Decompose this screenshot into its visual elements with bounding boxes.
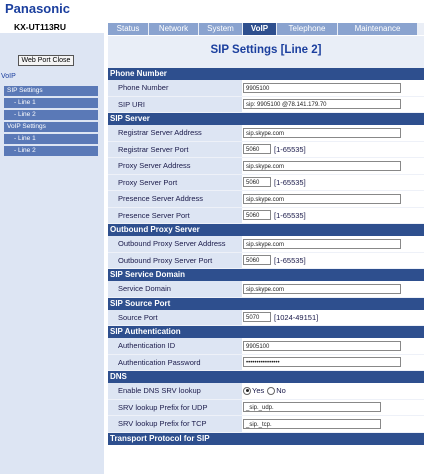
presence-address-label: Presence Server Address: [108, 191, 242, 207]
row-udp-prefix: SRV lookup Prefix for UDP _sip._udp.: [108, 399, 424, 416]
tab-system[interactable]: System: [199, 23, 242, 35]
proxy-address-label: Proxy Server Address: [108, 158, 242, 174]
source-port-label: Source Port: [108, 309, 242, 325]
row-presence-address: Presence Server Address sip.skype.com: [108, 191, 424, 208]
row-phone-number: Phone Number 9905100: [108, 80, 424, 97]
top-tabs: Status Network System VoIP Telephone Mai…: [108, 23, 424, 35]
presence-port-range: [1-65535]: [274, 210, 306, 220]
row-registrar-address: Registrar Server Address sip.skype.com: [108, 125, 424, 142]
row-registrar-port: Registrar Server Port 5060 [1-65535]: [108, 141, 424, 158]
section-outbound-proxy: Outbound Proxy Server: [108, 224, 424, 236]
proxy-port-input[interactable]: 5060: [243, 177, 271, 188]
section-authentication: SIP Authentication: [108, 326, 424, 338]
dns-srv-yes-label: Yes: [252, 386, 265, 396]
section-transport: Transport Protocol for SIP: [108, 432, 424, 445]
tab-maintenance[interactable]: Maintenance: [338, 23, 417, 35]
service-domain-input[interactable]: sip.skype.com: [243, 283, 401, 294]
sip-uri-label: SIP URI: [108, 96, 242, 112]
section-sip-server: SIP Server: [108, 113, 424, 125]
section-phone-number: Phone Number: [108, 68, 424, 80]
outbound-port-input[interactable]: 5060: [243, 255, 271, 266]
page-title: SIP Settings [Line 2]: [108, 36, 424, 68]
brand-logo: Panasonic: [5, 1, 71, 16]
dns-srv-yes-radio[interactable]: [243, 386, 251, 395]
sip-uri-input[interactable]: sip: 9905100 @78.141.179.70: [243, 99, 401, 110]
web-port-close-button[interactable]: Web Port Close: [18, 55, 74, 66]
presence-address-input[interactable]: sip.skype.com: [243, 193, 401, 204]
auth-id-input[interactable]: 9905100: [243, 340, 401, 351]
settings-form: Phone Number Phone Number 9905100 SIP UR…: [108, 68, 424, 445]
tab-network[interactable]: Network: [149, 23, 198, 35]
row-outbound-port: Outbound Proxy Server Port 5060 [1-65535]: [108, 252, 424, 269]
registrar-address-label: Registrar Server Address: [108, 125, 242, 141]
sidebar-item-sip-settings[interactable]: SIP Settings: [4, 86, 98, 96]
tab-status[interactable]: Status: [108, 23, 148, 35]
row-tcp-prefix: SRV lookup Prefix for TCP _sip._tcp.: [108, 416, 424, 433]
proxy-address-input[interactable]: sip.skype.com: [243, 160, 401, 171]
outbound-address-input[interactable]: sip.skype.com: [243, 238, 401, 249]
sidebar-item-voip-line-2[interactable]: - Line 2: [4, 146, 98, 156]
sidebar-item-sip-line-1[interactable]: - Line 1: [4, 98, 98, 108]
row-source-port: Source Port 5070 [1024-49151]: [108, 309, 424, 326]
sidebar-item-voip-line-1[interactable]: - Line 1: [4, 134, 98, 144]
model-name: KX-UT113RU: [14, 22, 66, 32]
registrar-address-input[interactable]: sip.skype.com: [243, 127, 401, 138]
phone-number-input[interactable]: 9905100: [243, 82, 401, 93]
row-proxy-port: Proxy Server Port 5060 [1-65535]: [108, 174, 424, 191]
tab-voip[interactable]: VoIP: [243, 23, 276, 35]
auth-password-label: Authentication Password: [108, 354, 242, 370]
sidebar-item-sip-line-2[interactable]: - Line 2: [4, 110, 98, 120]
udp-prefix-input[interactable]: _sip._udp.: [243, 402, 381, 413]
proxy-port-label: Proxy Server Port: [108, 174, 242, 190]
registrar-port-input[interactable]: 5060: [243, 144, 271, 155]
row-service-domain: Service Domain sip.skype.com: [108, 281, 424, 298]
section-source-port: SIP Source Port: [108, 297, 424, 310]
row-outbound-address: Outbound Proxy Server Address sip.skype.…: [108, 236, 424, 253]
phone-number-label: Phone Number: [108, 80, 242, 96]
tcp-prefix-label: SRV lookup Prefix for TCP: [108, 416, 242, 432]
row-dns-srv: Enable DNS SRV lookup Yes No: [108, 383, 424, 400]
udp-prefix-label: SRV lookup Prefix for UDP: [108, 399, 242, 415]
row-auth-id: Authentication ID 9905100: [108, 338, 424, 355]
tab-telephone[interactable]: Telephone: [277, 23, 337, 35]
row-proxy-address: Proxy Server Address sip.skype.com: [108, 158, 424, 175]
row-sip-uri: SIP URI sip: 9905100 @78.141.179.70: [108, 96, 424, 113]
row-presence-port: Presence Server Port 5060 [1-65535]: [108, 207, 424, 224]
row-auth-password: Authentication Password ••••••••••••••••: [108, 354, 424, 371]
source-port-range: [1024-49151]: [274, 312, 319, 322]
auth-id-label: Authentication ID: [108, 338, 242, 354]
sidebar-voip-link[interactable]: VoIP: [1, 73, 16, 80]
section-dns: DNS: [108, 371, 424, 383]
proxy-port-range: [1-65535]: [274, 177, 306, 187]
service-domain-label: Service Domain: [108, 281, 242, 297]
outbound-address-label: Outbound Proxy Server Address: [108, 236, 242, 252]
outbound-port-range: [1-65535]: [274, 255, 306, 265]
registrar-port-label: Registrar Server Port: [108, 141, 242, 157]
presence-port-input[interactable]: 5060: [243, 210, 271, 221]
source-port-input[interactable]: 5070: [243, 312, 271, 323]
tcp-prefix-input[interactable]: _sip._tcp.: [243, 418, 381, 429]
dns-srv-no-radio[interactable]: [267, 386, 276, 395]
dns-srv-no-label: No: [276, 386, 286, 396]
presence-port-label: Presence Server Port: [108, 207, 242, 223]
dns-srv-label: Enable DNS SRV lookup: [108, 383, 242, 399]
outbound-port-label: Outbound Proxy Server Port: [108, 252, 242, 268]
section-service-domain: SIP Service Domain: [108, 269, 424, 281]
auth-password-input[interactable]: ••••••••••••••••: [243, 357, 401, 368]
sidebar-item-voip-settings[interactable]: VoIP Settings: [4, 122, 98, 132]
registrar-port-range: [1-65535]: [274, 144, 306, 154]
